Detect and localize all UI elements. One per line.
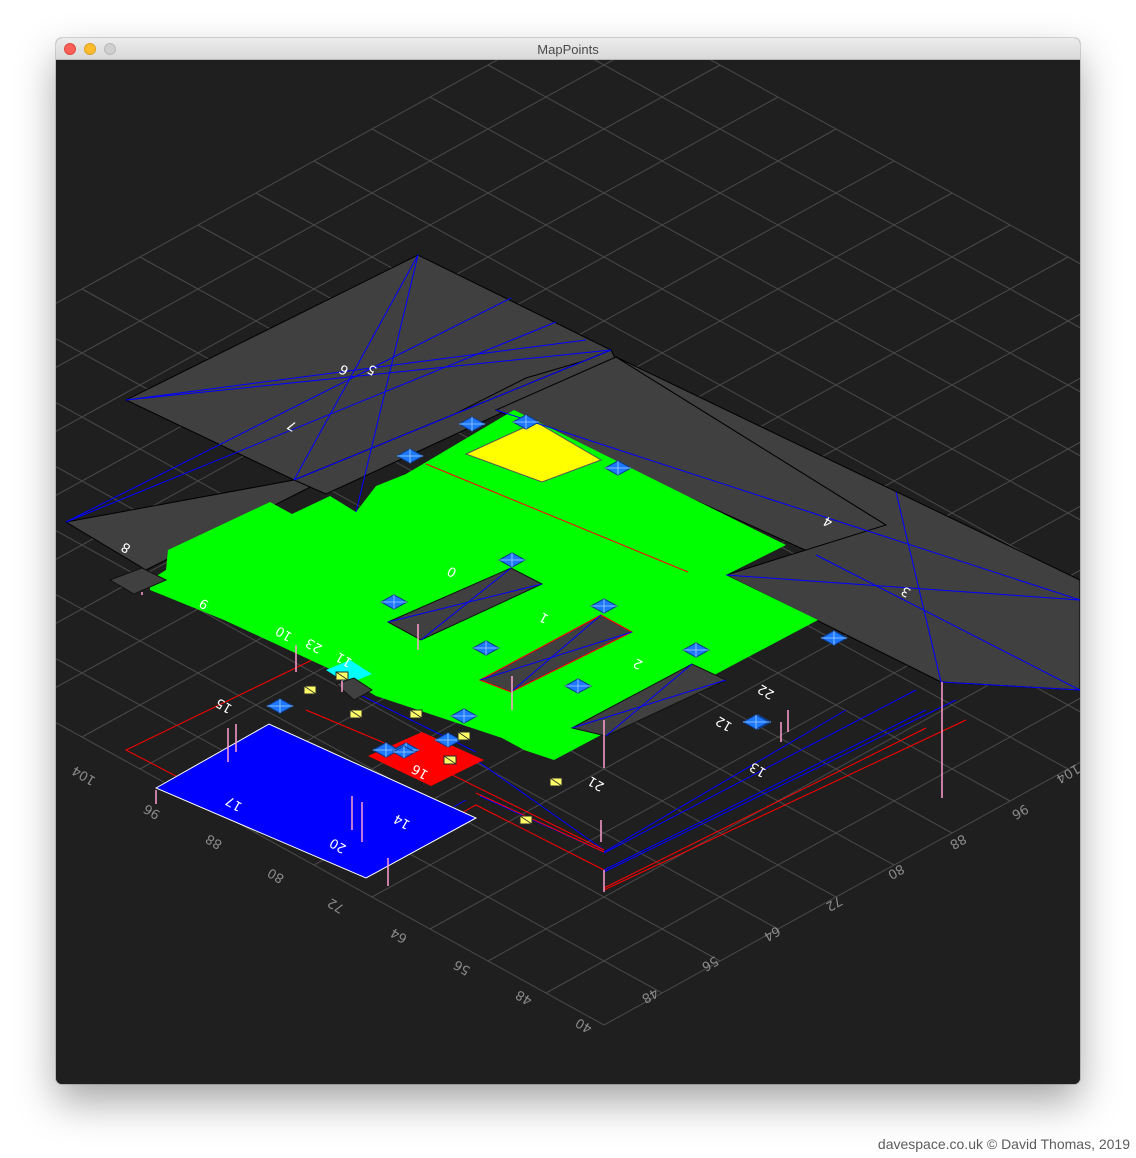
map-viewport[interactable]: 104968880726456484010496888072645648 012… [56,60,1080,1084]
small-marker[interactable] [443,755,457,765]
small-marker[interactable] [457,731,471,741]
small-marker[interactable] [519,815,533,825]
small-marker[interactable] [303,685,317,695]
app-window: MapPoints 104 96 88 80 72 64 56 48 40 104 96 88 80 72… [56,38,1080,1084]
small-marker[interactable] [409,709,423,719]
small-marker[interactable] [335,671,349,681]
small-marker[interactable] [349,709,363,719]
title-bar[interactable]: MapPoints [56,38,1080,60]
watermark-credit: davespace.co.uk © David Thomas, 2019 [877,1136,1130,1152]
window-title: MapPoints [537,42,599,57]
small-marker[interactable] [549,777,563,787]
